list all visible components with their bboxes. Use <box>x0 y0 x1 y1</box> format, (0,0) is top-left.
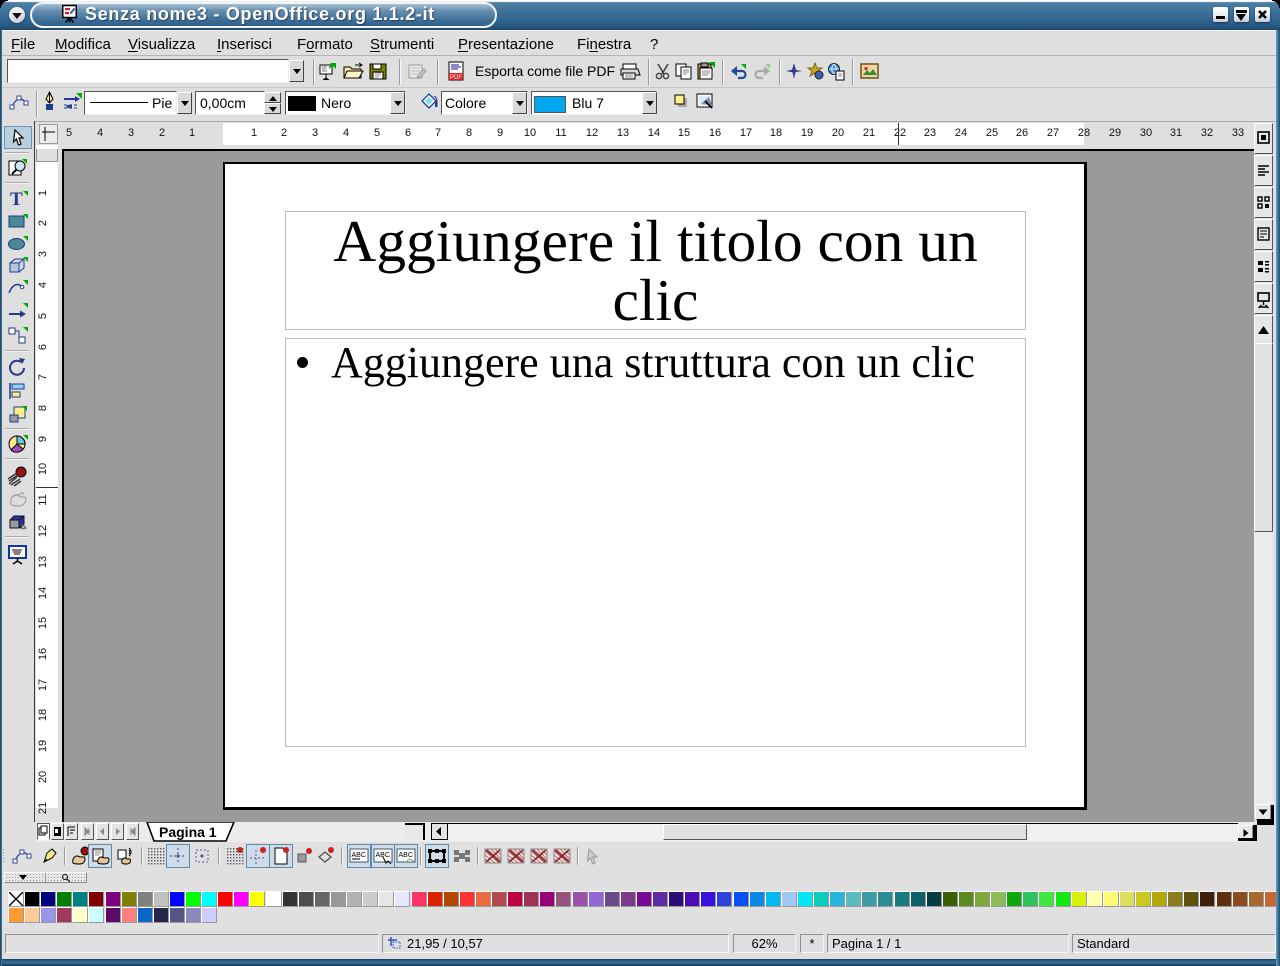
svg-text:ABC: ABC <box>352 852 366 859</box>
svg-text:PDF: PDF <box>450 75 462 81</box>
svg-text:T: T <box>10 189 23 209</box>
svg-text:ABC: ABC <box>399 852 413 859</box>
svg-text:ABC: ABC <box>376 852 390 859</box>
